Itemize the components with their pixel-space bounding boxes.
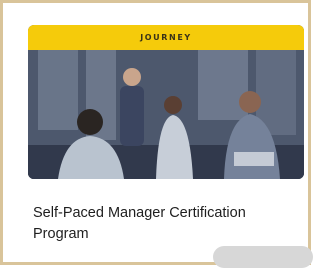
course-title[interactable]: Self-Paced Manager Certification Program [33, 203, 293, 245]
course-card-frame: JOURNEY Self-Paced Manager Certification… [0, 0, 311, 265]
journey-badge: JOURNEY [28, 25, 304, 50]
course-card[interactable]: JOURNEY [28, 25, 304, 179]
course-thumbnail-image[interactable] [28, 50, 304, 179]
badge-label: JOURNEY [140, 33, 192, 42]
meeting-photo-illustration [28, 50, 304, 179]
